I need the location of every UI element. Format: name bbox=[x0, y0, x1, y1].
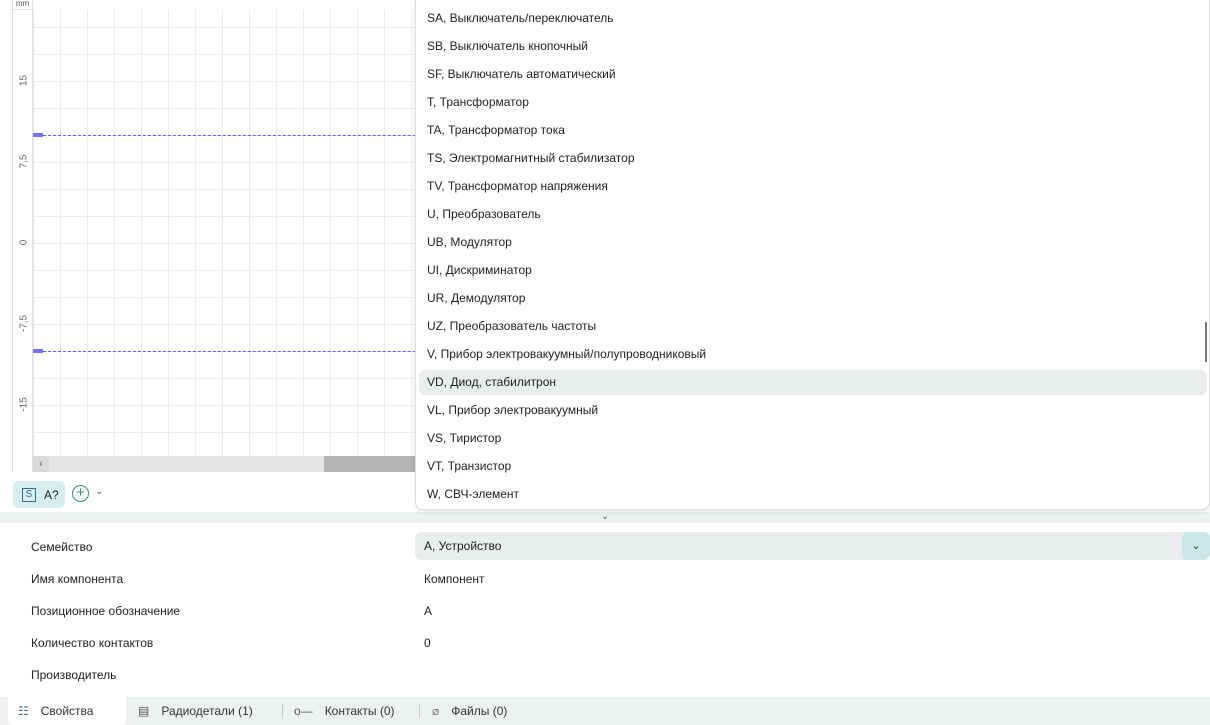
dropdown-option[interactable]: UR, Демодулятор bbox=[419, 286, 1207, 311]
property-label: Семейство bbox=[31, 540, 93, 554]
chevron-down-icon[interactable]: ⌄ bbox=[1182, 532, 1210, 560]
family-dropdown-list[interactable]: SA, Выключатель/переключатель SB, Выключа… bbox=[415, 0, 1210, 510]
scroll-left-icon[interactable]: ‹ bbox=[33, 456, 49, 472]
dropdown-option[interactable]: V, Прибор электровакуумный/полупроводник… bbox=[419, 342, 1207, 367]
property-label: Производитель bbox=[31, 668, 117, 682]
dropdown-option[interactable]: UB, Модулятор bbox=[419, 230, 1207, 255]
designator-field[interactable]: А bbox=[424, 604, 432, 618]
chevron-down-icon[interactable]: ⌄ bbox=[601, 511, 609, 522]
dropdown-option[interactable]: TV, Трансформатор напряжения bbox=[419, 174, 1207, 199]
chip-icon: ▤ bbox=[138, 704, 150, 718]
divider bbox=[282, 704, 283, 718]
tab-label: Контакты (0) bbox=[324, 704, 395, 718]
ruler-label: -15 bbox=[18, 397, 30, 412]
component-chip[interactable]: S A? bbox=[13, 481, 65, 508]
properties-panel: Семейство А, Устройство ⌄ Имя компонента… bbox=[0, 523, 1210, 697]
property-label: Имя компонента bbox=[31, 572, 124, 586]
bottom-tabs: ☷ Свойства ▤ Радиодетали (1) o— Контакты… bbox=[0, 697, 1210, 725]
guide-handle[interactable] bbox=[33, 133, 43, 137]
dropdown-option[interactable]: SA, Выключатель/переключатель bbox=[419, 6, 1207, 31]
tab-label: Файлы (0) bbox=[451, 704, 508, 718]
ruler-label: 15 bbox=[18, 74, 30, 87]
guide-handle[interactable] bbox=[33, 349, 43, 353]
paperclip-icon: ⌀ bbox=[432, 704, 440, 718]
component-name-field[interactable]: Компонент bbox=[424, 572, 485, 586]
property-row-designator: Позиционное обозначение А bbox=[0, 597, 1210, 625]
chip-label: A? bbox=[44, 487, 59, 502]
tab-pins[interactable]: o— Контакты (0) bbox=[294, 697, 395, 725]
dropdown-option[interactable]: VT, Транзистор bbox=[419, 454, 1207, 479]
property-label: Позиционное обозначение bbox=[31, 604, 181, 618]
tab-components[interactable]: ▤ Радиодетали (1) bbox=[138, 697, 253, 725]
property-label: Количество контактов bbox=[31, 636, 154, 650]
dropdown-option[interactable]: VS, Тиристор bbox=[419, 426, 1207, 451]
dropdown-option[interactable]: W, СВЧ-элемент bbox=[419, 482, 1207, 507]
dropdown-option[interactable]: U, Преобразователь bbox=[419, 202, 1207, 227]
dropdown-option[interactable]: SF, Выключатель автоматический bbox=[419, 62, 1207, 87]
dropdown-option[interactable]: TS, Электромагнитный стабилизатор bbox=[419, 146, 1207, 171]
tab-label: Радиодетали (1) bbox=[161, 704, 253, 718]
dropdown-option[interactable]: UI, Дискриминатор bbox=[419, 258, 1207, 283]
dropdown-option[interactable]: TA, Трансформатор тока bbox=[419, 118, 1207, 143]
tab-properties[interactable]: ☷ Свойства bbox=[8, 697, 126, 725]
symbol-icon: S bbox=[22, 487, 36, 502]
dropdown-option[interactable]: VL, Прибор электровакуумный bbox=[419, 398, 1207, 423]
tab-label: Свойства bbox=[40, 704, 94, 718]
tab-files[interactable]: ⌀ Файлы (0) bbox=[432, 697, 507, 725]
ruler-unit: mm bbox=[12, 0, 33, 10]
property-row-manufacturer: Производитель bbox=[0, 661, 1210, 689]
dropdown-option[interactable]: UZ, Преобразователь частоты bbox=[419, 314, 1207, 339]
property-row-name: Имя компонента Компонент bbox=[0, 565, 1210, 593]
dropdown-option[interactable]: VD, Диод, стабилитрон bbox=[419, 370, 1207, 395]
dropdown-option[interactable]: SB, Выключатель кнопочный bbox=[419, 34, 1207, 59]
ruler-label: 7,5 bbox=[18, 154, 30, 169]
dropdown-option[interactable]: T, Трансформатор bbox=[419, 90, 1207, 115]
chevron-down-icon[interactable]: ⌄ bbox=[95, 486, 103, 497]
ruler-label: -7,5 bbox=[18, 314, 30, 333]
pin-icon: o— bbox=[294, 704, 313, 718]
divider bbox=[419, 704, 420, 718]
property-row-pins: Количество контактов 0 bbox=[0, 629, 1210, 657]
pins-count-field[interactable]: 0 bbox=[424, 636, 431, 650]
plus-circle-icon[interactable]: + bbox=[72, 485, 89, 502]
sliders-icon: ☷ bbox=[18, 704, 29, 718]
family-select[interactable]: А, Устройство ⌄ bbox=[415, 532, 1210, 560]
panel-splitter[interactable]: ⌄ bbox=[0, 512, 1210, 523]
family-value: А, Устройство bbox=[424, 539, 502, 553]
ruler-label: 0 bbox=[18, 239, 30, 246]
